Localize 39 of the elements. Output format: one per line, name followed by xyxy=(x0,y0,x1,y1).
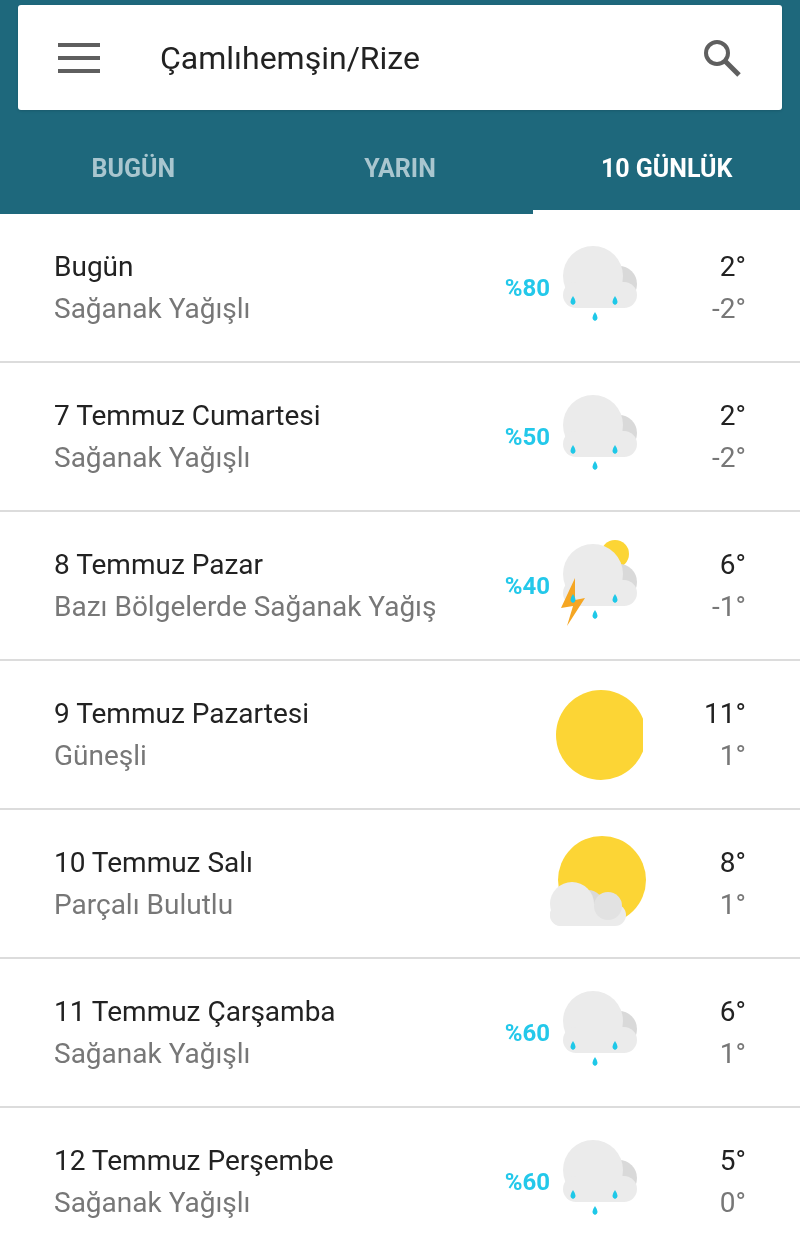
precipitation-chance: %60 xyxy=(504,1166,550,1198)
low-temperature: -2° xyxy=(712,290,746,327)
low-temperature: 1° xyxy=(719,1035,746,1072)
precipitation-chance: %80 xyxy=(504,272,550,304)
weather-condition: Sağanak Yağışlı xyxy=(54,1184,252,1221)
search-icon[interactable] xyxy=(702,37,742,78)
weather-condition: Sağanak Yağışlı xyxy=(54,1035,252,1072)
tab[interactable]: 10 GÜNLÜK xyxy=(533,128,800,214)
low-temperature: 0° xyxy=(719,1184,746,1221)
day-title: 10 Temmuz Salı xyxy=(54,844,255,881)
precipitation-chance: %50 xyxy=(504,421,550,453)
day-title: 11 Temmuz Çarşamba xyxy=(54,993,337,1030)
precipitation-chance: %40 xyxy=(504,570,550,602)
day-title: Bugün xyxy=(54,248,135,285)
day-title: 8 Temmuz Pazar xyxy=(54,546,265,583)
low-temperature: -2° xyxy=(712,439,746,476)
weather-condition: Güneşli xyxy=(54,737,148,774)
weather-condition: Sağanak Yağışlı xyxy=(54,439,252,476)
high-temperature: 6° xyxy=(719,546,746,583)
low-temperature: -1° xyxy=(712,588,746,625)
day-title: 7 Temmuz Cumartesi xyxy=(54,397,322,434)
high-temperature: 6° xyxy=(719,993,746,1030)
day-title: 12 Temmuz Perşembe xyxy=(54,1142,335,1179)
weather-condition: Sağanak Yağışlı xyxy=(54,290,252,327)
tab[interactable]: BUGÜN xyxy=(0,128,267,214)
low-temperature: 1° xyxy=(719,886,746,923)
menu-icon[interactable] xyxy=(58,42,100,73)
high-temperature: 8° xyxy=(719,844,746,881)
high-temperature: 2° xyxy=(719,248,746,285)
tab[interactable]: YARIN xyxy=(266,128,534,214)
low-temperature: 1° xyxy=(719,737,746,774)
high-temperature: 11° xyxy=(704,695,746,732)
weather-condition: Parçalı Bulutlu xyxy=(54,886,235,923)
precipitation-chance: %60 xyxy=(504,1017,550,1049)
day-title: 9 Temmuz Pazartesi xyxy=(54,695,311,732)
weather-condition: Bazı Bölgelerde Sağanak Yağış xyxy=(54,588,438,625)
high-temperature: 5° xyxy=(719,1142,746,1179)
location-query[interactable]: Çamlıhemşin/Rize xyxy=(160,33,420,82)
high-temperature: 2° xyxy=(719,397,746,434)
